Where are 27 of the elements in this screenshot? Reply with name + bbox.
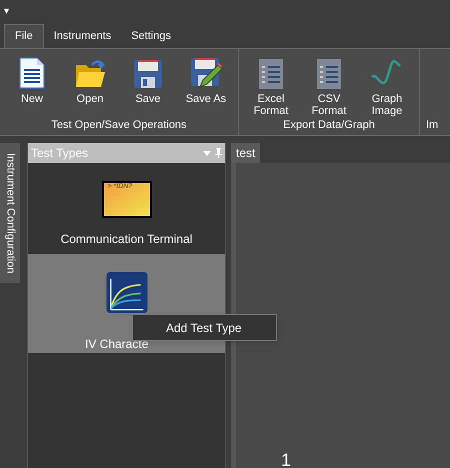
quick-access-menu[interactable]: ▾ [4,4,9,18]
test-type-label: IV Characte [85,336,148,353]
group-label: Export Data/Graph [282,118,376,133]
document-icon [19,57,45,89]
document-tab[interactable]: test [231,143,260,163]
ribbon-tab[interactable]: Settings [121,24,181,48]
panel-title: Test Types [31,145,88,162]
folder-icon [74,59,106,89]
ribbon-button[interactable]: Save [120,55,176,117]
group-label: Im [425,118,440,133]
dropdown-icon[interactable] [203,150,211,156]
list-document-icon [259,59,283,89]
pin-icon[interactable] [215,148,222,158]
side-tab[interactable]: Instrument Configuration [0,143,20,283]
group-label: Test Open/Save Operations [50,118,188,133]
ribbon-button[interactable]: New [4,55,60,117]
ribbon-button[interactable]: Excel Format [243,55,299,117]
ribbon-button[interactable]: Open [62,55,118,117]
test-type-label: Communication Terminal [60,231,192,248]
ribbon-button[interactable]: Save As [178,55,234,117]
document-text: 1 [281,449,292,468]
ribbon-button[interactable]: Graph Image [359,55,415,117]
list-document-icon [317,59,341,89]
ribbon-tab[interactable]: Instruments [44,24,122,48]
ribbon-tab[interactable]: File [4,24,44,48]
floppy-pencil-icon [190,57,222,89]
ribbon-button[interactable]: CSV Format [301,55,357,117]
